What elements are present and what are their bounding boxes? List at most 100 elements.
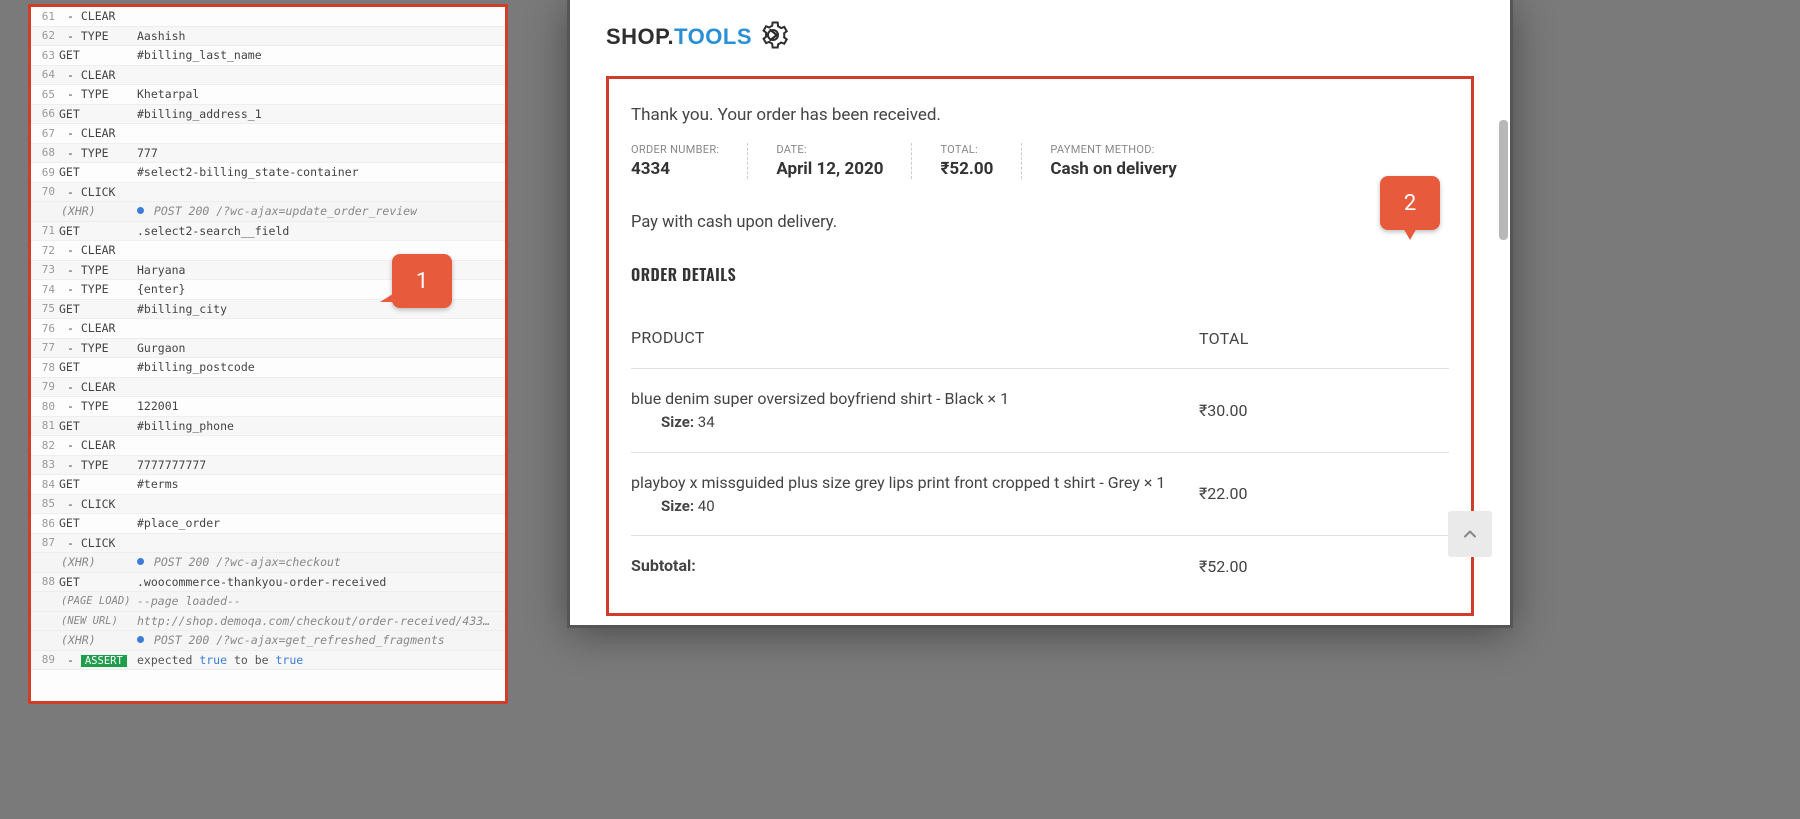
command-value: #billing_postcode <box>137 360 255 374</box>
order-date-label: DATE: <box>776 143 883 156</box>
command-row[interactable]: 79- CLEAR <box>31 378 505 398</box>
scrollbar-thumb[interactable] <box>1499 120 1508 240</box>
line-number: 61 <box>31 10 59 23</box>
line-number: 63 <box>31 49 59 62</box>
command-action: (XHR) <box>59 633 137 647</box>
command-row[interactable]: 82- CLEAR <box>31 436 505 456</box>
order-number-label: ORDER NUMBER: <box>631 143 719 156</box>
command-value: #terms <box>137 477 179 491</box>
line-number: 65 <box>31 88 59 101</box>
line-number: 76 <box>31 322 59 335</box>
command-row[interactable]: 64- CLEAR <box>31 66 505 86</box>
command-action: - TYPE <box>59 29 137 43</box>
command-row[interactable]: (XHR) POST 200 /?wc-ajax=get_refreshed_f… <box>31 631 505 651</box>
command-value: Haryana <box>137 263 185 277</box>
annotation-callout-1: 1 <box>392 254 452 308</box>
command-value: #billing_phone <box>137 419 234 433</box>
command-row[interactable]: 88GET.woocommerce-thankyou-order-receive… <box>31 573 505 593</box>
command-row[interactable]: (PAGE LOAD)--page loaded-- <box>31 592 505 612</box>
command-row[interactable]: 63GET#billing_last_name <box>31 46 505 66</box>
command-action: - TYPE <box>59 282 137 296</box>
command-row[interactable]: 61- CLEAR <box>31 7 505 27</box>
command-row[interactable]: 84GET#terms <box>31 475 505 495</box>
col-header-product: PRODUCT <box>631 326 1199 350</box>
command-action: GET <box>59 516 137 530</box>
command-row[interactable]: 76- CLEAR <box>31 319 505 339</box>
order-total-value: ₹52.00 <box>940 159 993 179</box>
command-action: - CLEAR <box>59 9 137 23</box>
command-value: {enter} <box>137 282 185 296</box>
command-row[interactable]: 70- CLICK <box>31 183 505 203</box>
command-action: GET <box>59 419 137 433</box>
order-details-heading: ORDER DETAILS <box>631 262 1449 286</box>
command-row[interactable]: 69GET#select2-billing_state-container <box>31 163 505 183</box>
command-row[interactable]: 65- TYPEKhetarpal <box>31 85 505 105</box>
line-number: 66 <box>31 107 59 120</box>
site-logo[interactable]: SHOP.TOOLS <box>606 20 1474 54</box>
table-header-row: PRODUCT TOTAL <box>631 308 1449 369</box>
status-dot-icon <box>137 207 144 214</box>
command-action: (PAGE LOAD) <box>59 595 137 607</box>
command-value: #place_order <box>137 516 220 530</box>
payment-method-value: Cash on delivery <box>1050 159 1176 179</box>
line-number: 68 <box>31 146 59 159</box>
app-preview-stage: SHOP.TOOLS Thank you. Your order has bee… <box>540 0 1800 819</box>
command-row[interactable]: 78GET#billing_postcode <box>31 358 505 378</box>
command-action: GET <box>59 224 137 238</box>
product-size: 34 <box>698 413 715 431</box>
product-size: 40 <box>698 497 715 515</box>
command-row[interactable]: (XHR) POST 200 /?wc-ajax=checkout <box>31 553 505 573</box>
command-action: GET <box>59 302 137 316</box>
logo-text-tools: TOOLS <box>674 24 752 49</box>
status-dot-icon <box>137 636 144 643</box>
command-action: GET <box>59 165 137 179</box>
subtotal-label: Subtotal: <box>631 554 1199 578</box>
command-row[interactable]: (XHR) POST 200 /?wc-ajax=update_order_re… <box>31 202 505 222</box>
line-number: 71 <box>31 224 59 237</box>
line-number: 70 <box>31 185 59 198</box>
command-row[interactable]: 86GET#place_order <box>31 514 505 534</box>
command-row[interactable]: (NEW URL)http://shop.demoqa.com/checkout… <box>31 612 505 632</box>
command-value: 777 <box>137 146 158 160</box>
assert-badge: ASSERT <box>81 655 127 667</box>
command-row[interactable]: 66GET#billing_address_1 <box>31 105 505 125</box>
line-number: 89 <box>31 653 59 666</box>
line-number: 85 <box>31 497 59 510</box>
line-number: 64 <box>31 68 59 81</box>
command-action: - TYPE <box>59 458 137 472</box>
command-row[interactable]: 80- TYPE122001 <box>31 397 505 417</box>
command-value: #billing_last_name <box>137 48 262 62</box>
command-action: (XHR) <box>59 555 137 569</box>
command-value: .select2-search__field <box>137 224 289 238</box>
command-row[interactable]: 81GET#billing_phone <box>31 417 505 437</box>
command-value: Khetarpal <box>137 87 199 101</box>
command-value: #select2-billing_state-container <box>137 165 359 179</box>
command-row[interactable]: 77- TYPEGurgaon <box>31 339 505 359</box>
command-action: (XHR) <box>59 204 137 218</box>
command-value: Aashish <box>137 29 185 43</box>
command-row[interactable]: 71GET.select2-search__field <box>31 222 505 242</box>
command-value: expected true to be true <box>137 653 303 667</box>
order-received-page: SHOP.TOOLS Thank you. Your order has bee… <box>570 0 1510 616</box>
line-number: 67 <box>31 127 59 140</box>
command-row[interactable]: 67- CLEAR <box>31 124 505 144</box>
command-action: - CLICK <box>59 185 137 199</box>
command-row[interactable]: 87- CLICK <box>31 534 505 554</box>
command-row[interactable]: 83- TYPE7777777777 <box>31 456 505 476</box>
col-header-total: TOTAL <box>1199 329 1449 348</box>
order-details-table: PRODUCT TOTAL blue denim super oversized… <box>631 308 1449 596</box>
line-number: 74 <box>31 283 59 296</box>
back-to-top-button[interactable] <box>1448 511 1492 557</box>
command-row[interactable]: 85- CLICK <box>31 495 505 515</box>
line-number: 80 <box>31 400 59 413</box>
line-number: 72 <box>31 244 59 257</box>
command-row[interactable]: 68- TYPE777 <box>31 144 505 164</box>
line-number: 73 <box>31 263 59 276</box>
line-number: 69 <box>31 166 59 179</box>
command-row[interactable]: 62- TYPEAashish <box>31 27 505 47</box>
command-row[interactable]: 89- ASSERTexpected true to be true <box>31 651 505 671</box>
cypress-command-log[interactable]: 61- CLEAR62- TYPEAashish63GET#billing_la… <box>28 4 508 704</box>
order-number-value: 4334 <box>631 159 719 179</box>
command-value: #billing_city <box>137 302 227 316</box>
size-label: Size: <box>661 497 694 515</box>
